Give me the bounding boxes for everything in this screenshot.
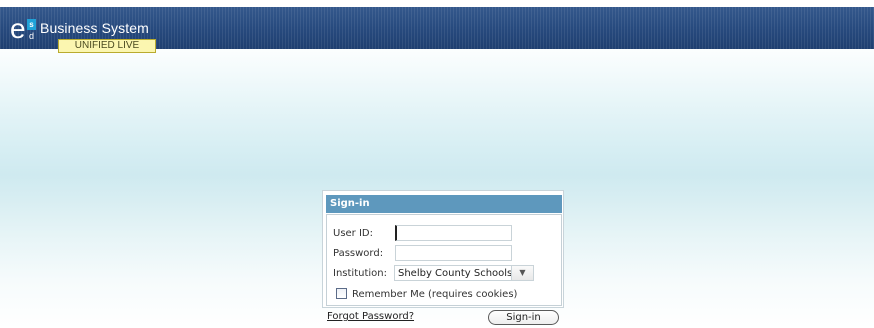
remember-me-label: Remember Me (requires cookies) [352,289,518,300]
password-label: Password: [333,248,384,259]
signin-button[interactable]: Sign-in [488,310,559,325]
logo-letter: e [10,13,26,44]
app-title: Business System [40,20,149,36]
app-header: e s d Business System UNIFIED LIVE [0,7,874,53]
password-input[interactable] [395,245,512,261]
top-strip [0,0,874,7]
chevron-down-icon[interactable]: ▼ [511,266,533,280]
user-id-input[interactable] [395,225,512,241]
environment-badge: UNIFIED LIVE [58,39,156,53]
remember-me-checkbox[interactable] [336,288,347,299]
user-id-label: User ID: [333,228,373,239]
logo-subscript: d [28,31,34,41]
eds-logo-icon: e s d [10,13,40,47]
institution-label: Institution: [333,268,387,279]
institution-selected-value: Shelby County Schools [398,268,513,279]
signin-heading: Sign-in [326,195,562,213]
logo-superscript: s [27,19,36,30]
forgot-password-link[interactable]: Forgot Password? [327,311,414,322]
institution-select[interactable]: Shelby County Schools ▼ [394,265,534,281]
